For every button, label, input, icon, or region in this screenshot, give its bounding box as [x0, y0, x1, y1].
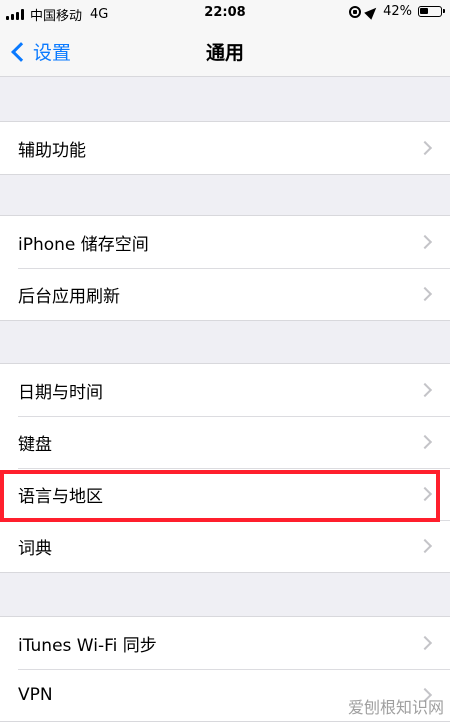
row-language-region[interactable]: 语言与地区 — [0, 468, 450, 520]
settings-group-storage: iPhone 储存空间 后台应用刷新 — [0, 215, 450, 321]
row-background-app-refresh[interactable]: 后台应用刷新 — [0, 268, 450, 320]
battery-icon — [418, 6, 445, 17]
navigation-bar: 设置 通用 — [0, 26, 450, 77]
battery-percent: 42% — [383, 4, 412, 19]
status-right: 42% — [349, 3, 445, 20]
row-label: 词典 — [18, 538, 52, 559]
chevron-right-icon — [417, 486, 433, 502]
row-label: iTunes Wi-Fi 同步 — [18, 635, 157, 656]
settings-group-accessibility: 辅助功能 — [0, 121, 450, 175]
row-itunes-wifi-sync[interactable]: iTunes Wi-Fi 同步 — [0, 617, 450, 669]
chevron-right-icon — [417, 538, 433, 554]
row-accessibility[interactable]: 辅助功能 — [0, 122, 450, 174]
chevron-right-icon — [417, 635, 433, 651]
row-keyboard[interactable]: 键盘 — [0, 416, 450, 468]
rotation-lock-icon — [349, 5, 362, 18]
row-label: VPN — [18, 685, 53, 705]
row-dictionary[interactable]: 词典 — [0, 520, 450, 572]
battery-fill — [420, 8, 428, 14]
chevron-right-icon — [417, 434, 433, 450]
settings-group-locale: 日期与时间 键盘 语言与地区 词典 — [0, 363, 450, 573]
row-label: 辅助功能 — [18, 140, 86, 161]
chevron-right-icon — [417, 382, 433, 398]
chevron-right-icon — [417, 234, 433, 250]
chevron-right-icon — [417, 286, 433, 302]
location-icon — [364, 3, 380, 20]
watermark: 爱刨根知识网 — [347, 698, 444, 717]
status-bar: 中国移动 4G 22:08 42% — [0, 0, 450, 26]
row-label: 语言与地区 — [18, 486, 103, 507]
row-iphone-storage[interactable]: iPhone 储存空间 — [0, 216, 450, 268]
row-label: 日期与时间 — [18, 382, 103, 403]
page-title: 通用 — [205, 42, 244, 64]
row-date-time[interactable]: 日期与时间 — [0, 364, 450, 416]
row-label: 键盘 — [18, 434, 52, 455]
row-label: iPhone 储存空间 — [18, 234, 149, 255]
row-label: 后台应用刷新 — [18, 286, 120, 307]
chevron-right-icon — [417, 140, 433, 156]
